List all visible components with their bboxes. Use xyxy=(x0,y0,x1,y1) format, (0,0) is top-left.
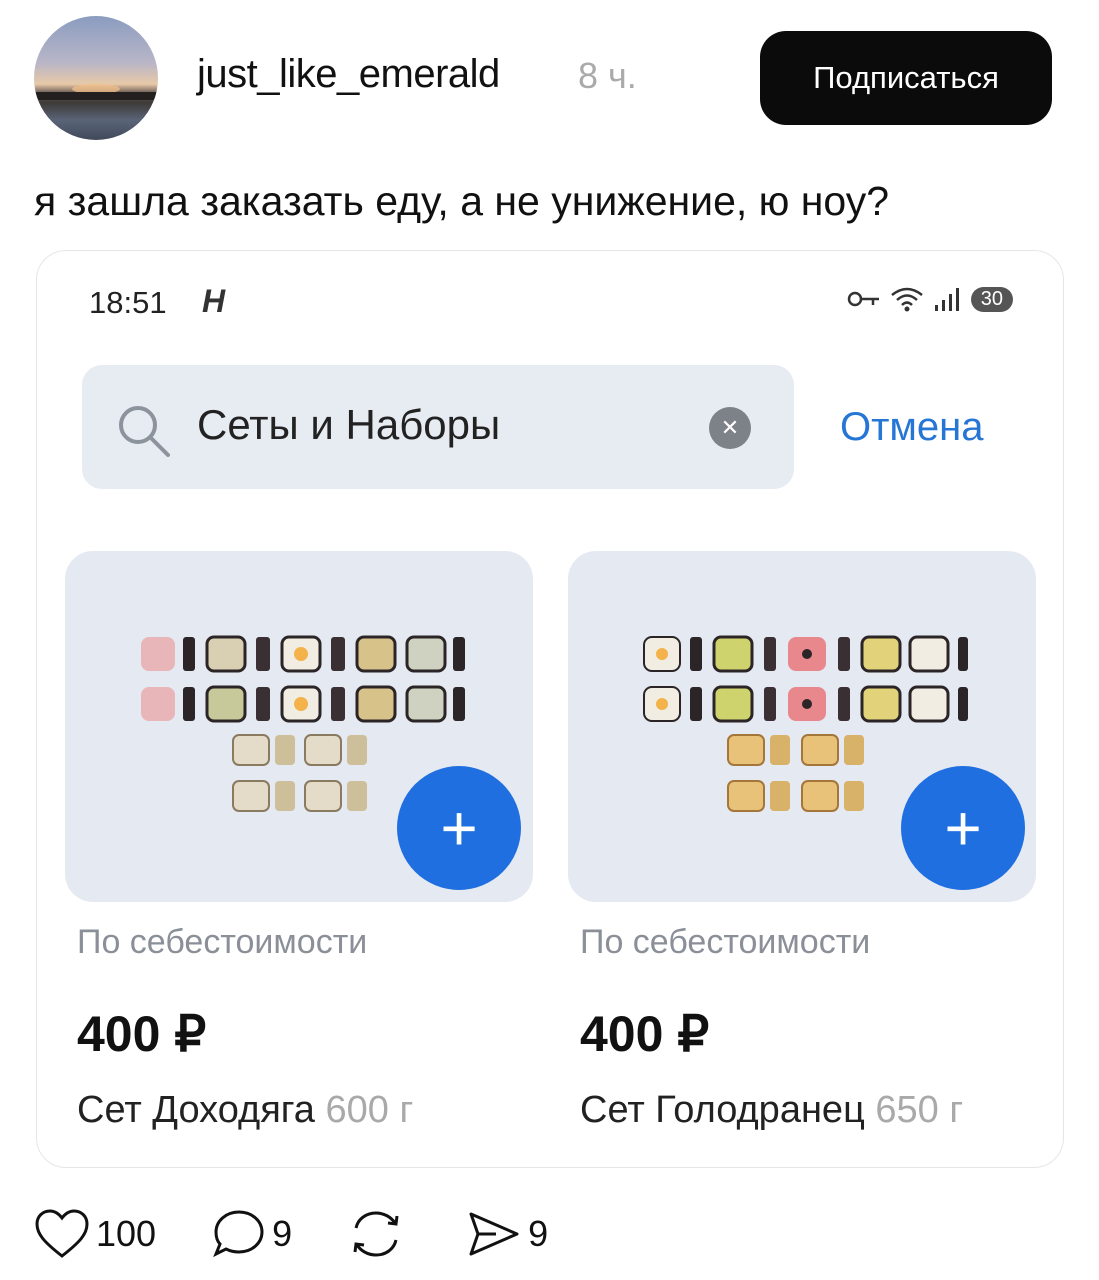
battery-indicator: 30 xyxy=(970,286,1013,312)
product-name-text: Сет Доходяга xyxy=(77,1089,315,1131)
avatar[interactable] xyxy=(34,16,158,140)
heart-icon xyxy=(35,1209,89,1258)
username[interactable]: just_like_emerald xyxy=(197,52,500,97)
like-button[interactable]: 100 xyxy=(34,1208,156,1260)
product-weight: 650 г xyxy=(875,1089,964,1131)
product-name[interactable]: Сет Доходяга 600 г xyxy=(77,1089,413,1132)
repost-button[interactable] xyxy=(348,1208,410,1260)
post-text: я зашла заказать еду, а не унижение, ю н… xyxy=(34,178,890,224)
post-time: 8 ч. xyxy=(578,55,637,96)
status-bar-time: 18:51 xyxy=(89,285,167,320)
comment-button[interactable]: 9 xyxy=(212,1208,292,1260)
share-count: 9 xyxy=(528,1213,549,1254)
add-to-cart-button[interactable]: + xyxy=(397,766,521,890)
signal-icon xyxy=(934,288,959,311)
product-image-1[interactable]: + xyxy=(65,551,533,902)
key-icon xyxy=(847,291,879,307)
repost-icon xyxy=(353,1211,399,1257)
search-input[interactable]: Сеты и Наборы ✕ xyxy=(82,365,794,489)
status-bar-icons: 30 xyxy=(847,285,1013,313)
status-bar-app-icon: H xyxy=(202,283,226,319)
cancel-button[interactable]: Отмена xyxy=(840,405,984,450)
product-name[interactable]: Сет Голодранец 650 г xyxy=(580,1089,963,1132)
like-count: 100 xyxy=(96,1213,157,1254)
product-weight: 600 г xyxy=(325,1089,414,1131)
comment-count: 9 xyxy=(272,1213,293,1254)
product-subtitle: По себестоимости xyxy=(580,923,871,961)
product-subtitle: По себестоимости xyxy=(77,923,368,961)
add-to-cart-button[interactable]: + xyxy=(901,766,1025,890)
subscribe-button[interactable]: Подписаться xyxy=(760,31,1052,125)
comment-icon xyxy=(213,1210,264,1258)
product-name-text: Сет Голодранец xyxy=(580,1089,865,1131)
product-price: 400 ₽ xyxy=(580,1006,710,1062)
product-price: 400 ₽ xyxy=(77,1006,207,1062)
attached-screenshot[interactable]: 18:51 H 30 Сеты и Наборы ✕ Отмена + По с… xyxy=(36,250,1064,1168)
search-value: Сеты и Наборы xyxy=(197,401,501,448)
post-actions: 100 9 9 xyxy=(34,1208,604,1260)
send-icon xyxy=(469,1212,519,1256)
avatar-horizon xyxy=(34,92,158,100)
wifi-icon xyxy=(890,287,923,312)
share-button[interactable]: 9 xyxy=(466,1208,548,1260)
clear-search-icon[interactable]: ✕ xyxy=(709,407,751,449)
search-icon xyxy=(119,406,170,457)
product-image-2[interactable]: + xyxy=(568,551,1036,902)
